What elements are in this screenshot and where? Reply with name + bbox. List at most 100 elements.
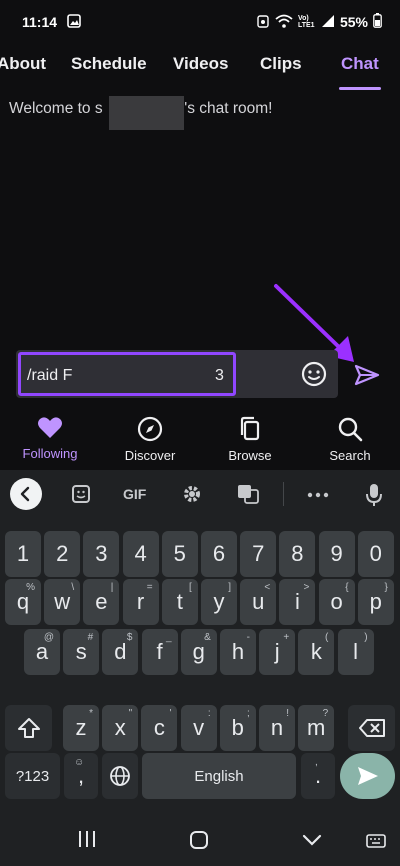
emoji-button[interactable] — [300, 360, 328, 388]
send-icon — [354, 364, 380, 386]
key[interactable]: } p — [357, 579, 394, 625]
key[interactable]: + j — [259, 629, 296, 675]
key[interactable]: % q — [5, 579, 41, 625]
key[interactable]: < u — [240, 579, 277, 625]
nav-label-search: Search — [329, 448, 371, 463]
tab-clips[interactable]: Clips — [260, 54, 302, 74]
key-label: 0 — [369, 541, 382, 566]
active-tab-indicator — [339, 87, 381, 90]
space-key[interactable]: English — [142, 753, 296, 799]
key[interactable]: @ a — [24, 629, 60, 675]
key[interactable]: -h — [220, 629, 256, 675]
key[interactable]: 7 — [240, 531, 277, 577]
chat-input-count: 3 — [215, 367, 224, 384]
chevron-down-icon[interactable] — [302, 834, 322, 846]
key-label: y — [213, 589, 225, 614]
signal-icon — [321, 14, 335, 31]
key-hint: | — [110, 582, 114, 593]
key-hint: } — [384, 582, 388, 593]
tab-chat[interactable]: Chat — [341, 54, 379, 74]
key-label: k — [310, 639, 322, 664]
on-screen-keyboard: GIF 1234567890 % q \ w | e = r[t] y < u > i{o} p @ a # s… — [0, 470, 400, 866]
browse-icon — [240, 416, 260, 441]
key[interactable]: | e — [83, 579, 120, 625]
key[interactable]: :v — [180, 705, 217, 751]
sticker-icon[interactable] — [70, 483, 92, 505]
key-hint: @ — [43, 632, 54, 643]
key[interactable]: # s — [63, 629, 100, 675]
key[interactable]: * z — [63, 705, 99, 751]
status-bar: 11:14 Vo) LTE1 55% — [0, 0, 400, 44]
key-hint: ' — [169, 708, 172, 719]
language-key[interactable] — [102, 753, 138, 799]
send-key[interactable] — [340, 753, 395, 799]
key[interactable]: _ f — [141, 629, 178, 675]
nav-browse[interactable]: Browse — [210, 408, 290, 463]
key[interactable]: 4 — [122, 531, 159, 577]
key-label: 1 — [16, 541, 30, 566]
nav-search[interactable]: Search — [310, 408, 390, 463]
key-label: d — [114, 639, 127, 664]
key[interactable]: 0 — [357, 531, 394, 577]
key-hint: % — [26, 582, 35, 593]
home-icon[interactable] — [189, 830, 209, 850]
key-label: g — [192, 639, 205, 664]
key[interactable]: ! n — [259, 705, 295, 751]
period-key[interactable]: , . — [301, 753, 335, 799]
microphone-icon[interactable] — [365, 483, 383, 507]
backspace-key[interactable] — [348, 705, 395, 751]
key[interactable]: & g — [180, 629, 217, 675]
key-hint: " — [128, 708, 133, 719]
tab-videos[interactable]: Videos — [173, 54, 228, 74]
battery-percent: 55% — [339, 14, 368, 30]
key[interactable]: 6 — [201, 531, 237, 577]
gear-icon[interactable] — [181, 483, 203, 505]
backspace-icon — [358, 719, 385, 737]
key[interactable]: 2 — [44, 531, 81, 577]
key[interactable]: ; b — [219, 705, 256, 751]
wifi-icon — [275, 14, 293, 31]
key[interactable]: ) l — [337, 629, 374, 675]
key-hint: [ — [189, 582, 192, 593]
nav-label-following: Following — [22, 446, 78, 461]
network-label: Vo) LTE1 — [297, 15, 315, 29]
system-navigation-bar — [0, 812, 400, 866]
key[interactable]: (k — [298, 629, 335, 675]
nav-discover[interactable]: Discover — [110, 408, 190, 463]
key-label: 6 — [212, 541, 226, 566]
keyboard-collapse-button[interactable] — [10, 478, 42, 510]
key[interactable]: $ d — [102, 629, 139, 675]
key[interactable]: 1 — [5, 531, 41, 577]
emoji-icon — [301, 361, 327, 387]
recent-apps-icon[interactable] — [77, 830, 97, 848]
key-hint: ; — [247, 708, 250, 719]
key[interactable]: 9 — [318, 531, 355, 577]
key-hint: ) — [364, 632, 368, 643]
key[interactable]: ? m — [298, 705, 335, 751]
key[interactable]: 5 — [161, 531, 198, 577]
comma-key[interactable]: ☺ , — [64, 753, 98, 799]
symbols-key[interactable]: ?123 — [5, 753, 60, 799]
key[interactable]: = r — [122, 579, 159, 625]
key[interactable]: " x — [102, 705, 139, 751]
send-button[interactable] — [353, 363, 381, 387]
key[interactable]: {o — [318, 579, 355, 625]
tab-about[interactable]: About — [0, 54, 46, 74]
shift-key[interactable] — [5, 705, 52, 751]
gif-button[interactable]: GIF — [123, 486, 146, 502]
key[interactable]: ] y — [201, 579, 237, 625]
status-time: 11:14 — [22, 14, 58, 30]
key[interactable]: ' c — [141, 705, 178, 751]
key[interactable]: \ w — [44, 579, 81, 625]
translate-icon[interactable] — [236, 483, 260, 505]
tab-schedule[interactable]: Schedule — [71, 54, 147, 74]
more-icon[interactable] — [307, 492, 329, 498]
nav-following[interactable]: Following — [10, 408, 90, 461]
key[interactable]: > i — [279, 579, 316, 625]
key[interactable]: 3 — [83, 531, 120, 577]
keyboard-switch-icon[interactable] — [366, 834, 386, 848]
key-hint: : — [207, 708, 211, 719]
globe-icon — [110, 766, 130, 786]
key[interactable]: 8 — [279, 531, 316, 577]
key[interactable]: [t — [161, 579, 198, 625]
